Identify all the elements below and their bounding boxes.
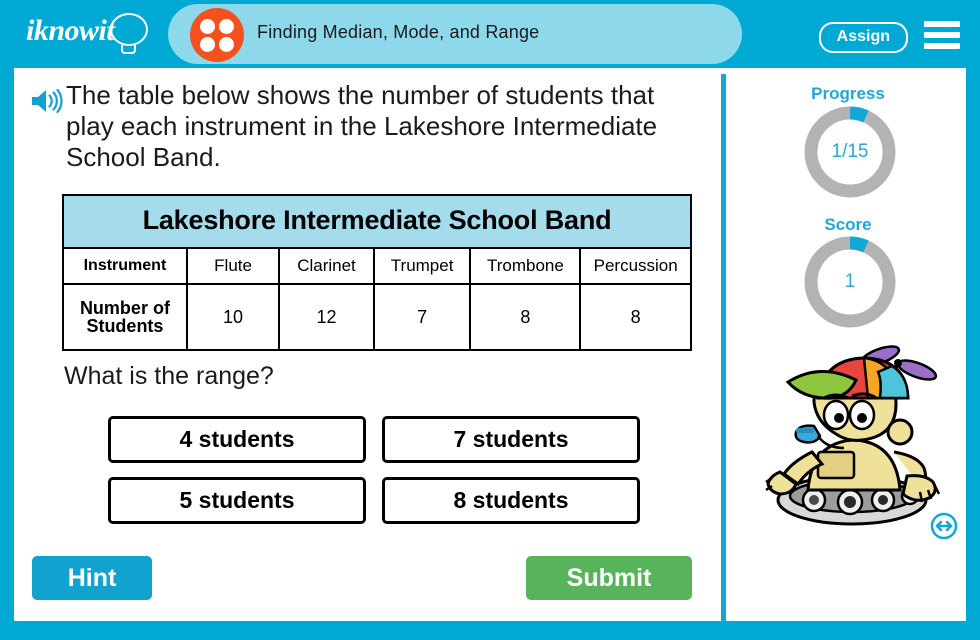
row-label-number-of-students: Number of Students [62, 283, 188, 351]
hint-button[interactable]: Hint [32, 556, 152, 600]
cell-instrument-flute: Flute [185, 247, 281, 285]
cell-count-clarinet: 12 [278, 283, 375, 351]
table-title-row: Lakeshore Intermediate School Band [62, 194, 692, 249]
cell-instrument-trombone: Trombone [469, 247, 582, 285]
assign-button[interactable]: Assign [818, 22, 908, 53]
row-label-instrument: Instrument [62, 247, 188, 285]
answer-option-1[interactable]: 4 students [108, 416, 366, 463]
data-table: Lakeshore Intermediate School Band Instr… [62, 194, 692, 351]
progress-ring: 1/15 [804, 106, 896, 198]
question-prompt: What is the range? [64, 362, 274, 390]
lightbulb-base-icon [121, 45, 136, 54]
vertical-divider [721, 74, 726, 621]
submit-button[interactable]: Submit [526, 556, 692, 600]
cell-count-trombone: 8 [469, 283, 582, 351]
score-ring: 1 [804, 236, 896, 328]
answer-option-3[interactable]: 5 students [108, 477, 366, 524]
lightbulb-icon [110, 13, 148, 46]
page-title: Finding Median, Mode, and Range [257, 22, 540, 42]
table-row: Number of Students 10 12 7 8 8 [62, 283, 692, 351]
logo-text: iknowit [26, 14, 115, 47]
cell-instrument-percussion: Percussion [579, 247, 692, 285]
content-stage: The table below shows the number of stud… [14, 68, 966, 621]
app-header: iknowit Finding Median, Mode, and Range … [0, 0, 980, 68]
site-logo[interactable]: iknowit [26, 12, 166, 58]
table-title: Lakeshore Intermediate School Band [62, 194, 692, 249]
resize-horizontal-icon[interactable] [930, 512, 958, 540]
progress-label: Progress [811, 84, 885, 103]
score-value: 1 [844, 271, 856, 292]
cell-instrument-trumpet: Trumpet [372, 247, 472, 285]
four-dots-icon [190, 8, 244, 62]
cell-count-trumpet: 7 [372, 283, 472, 351]
cell-instrument-clarinet: Clarinet [278, 247, 375, 285]
answer-option-2[interactable]: 7 students [382, 416, 640, 463]
robot-mascot-icon [752, 340, 952, 540]
score-label: Score [824, 215, 872, 234]
hamburger-menu-icon[interactable] [924, 21, 960, 49]
progress-value: 1/15 [831, 141, 869, 162]
app-window: iknowit Finding Median, Mode, and Range … [0, 0, 980, 640]
cell-count-flute: 10 [185, 283, 281, 351]
speaker-audio-icon[interactable] [30, 88, 64, 114]
table-row: Instrument Flute Clarinet Trumpet Trombo… [62, 247, 692, 285]
cell-count-percussion: 8 [579, 283, 692, 351]
answer-option-4[interactable]: 8 students [382, 477, 640, 524]
question-text: The table below shows the number of stud… [66, 80, 658, 172]
status-panel: Progress 1/15 Score 1 [730, 68, 966, 621]
